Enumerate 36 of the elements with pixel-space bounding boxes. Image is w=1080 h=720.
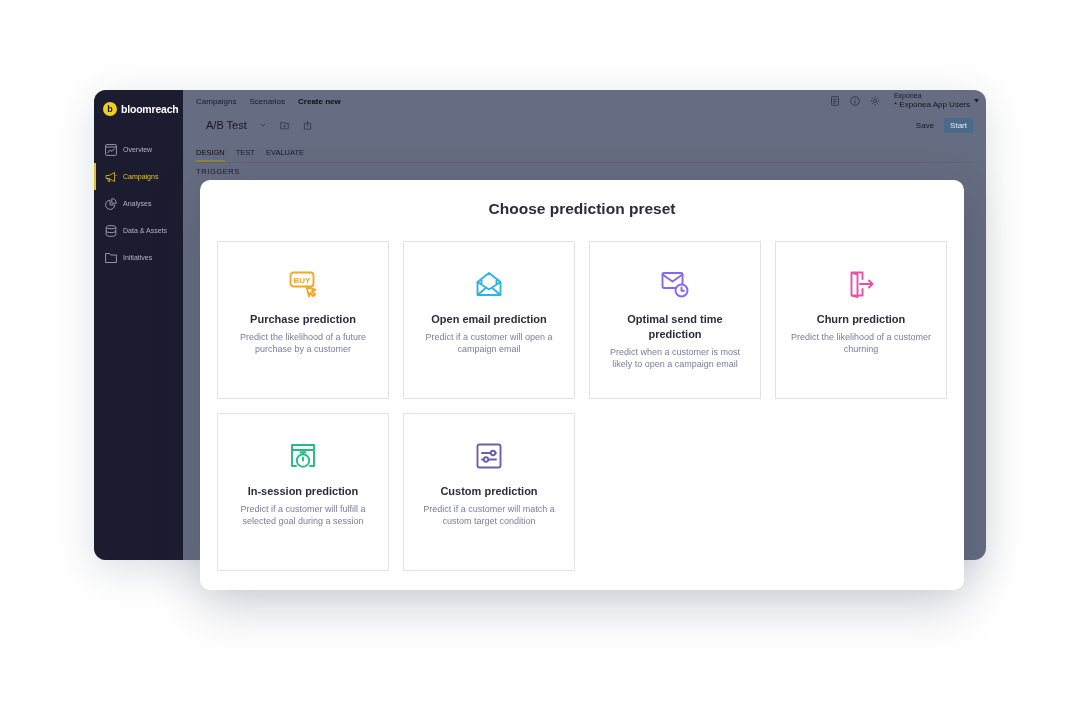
pie-chart-icon [105,197,117,210]
preset-card[interactable]: Custom prediction Predict if a customer will match a custom target condition [403,413,575,571]
folder-icon[interactable] [279,120,289,130]
preset-card[interactable]: Open email prediction Predict if a customer will open a campaign email [403,241,575,399]
preset-card[interactable]: In-session prediction Predict if a customer will fulfill a selected goal during a session [217,413,389,571]
preset-title: In-session prediction [247,484,359,499]
upload-icon[interactable] [302,120,312,130]
brand-name: bloomreach [121,103,179,115]
start-button[interactable]: Start [944,117,973,133]
preset-description: Predict if a customer will fulfill a selected goal during a session [239,503,367,527]
preset-description: Predict if a customer will match a custom target condition [422,503,556,527]
preset-title: Optimal send time prediction [626,312,724,342]
info-icon[interactable] [849,96,860,106]
page-title: A/B Test [206,119,247,131]
document-icon[interactable] [829,96,840,106]
caret-icon [974,99,979,103]
preset-card[interactable]: Optimal send time prediction Predict when a customer is most likely to open a campaign email [589,241,761,399]
preset-card[interactable]: BUY Purchase prediction Predict the likelihood of a future purchase by a customer [217,241,389,399]
preset-description: Predict the likelihood of a customer churning [789,331,933,355]
preset-title: Open email prediction [431,312,547,327]
preset-title: Purchase prediction [250,312,356,327]
preset-title: Custom prediction [440,484,538,499]
preset-card[interactable]: Churn prediction Predict the likelihood of a customer churning [775,241,947,399]
logo-mark: b [103,102,117,116]
megaphone-icon [105,170,117,183]
preset-description: Predict if a customer will open a campaign email [424,331,554,355]
settings-icon[interactable] [869,96,880,106]
preset-description: Predict when a customer is most likely to open a campaign email [608,346,742,370]
chart-window-icon [105,143,117,156]
preset-description: Predict the likelihood of a future purchase by a customer [238,331,368,355]
breadcrumb-link[interactable]: Create new [298,96,341,106]
folder-icon [105,251,117,264]
caret-icon[interactable] [259,123,266,127]
modal-title: Choose prediction preset [487,199,677,219]
preset-title: Churn prediction [816,312,906,327]
database-icon [105,224,117,237]
